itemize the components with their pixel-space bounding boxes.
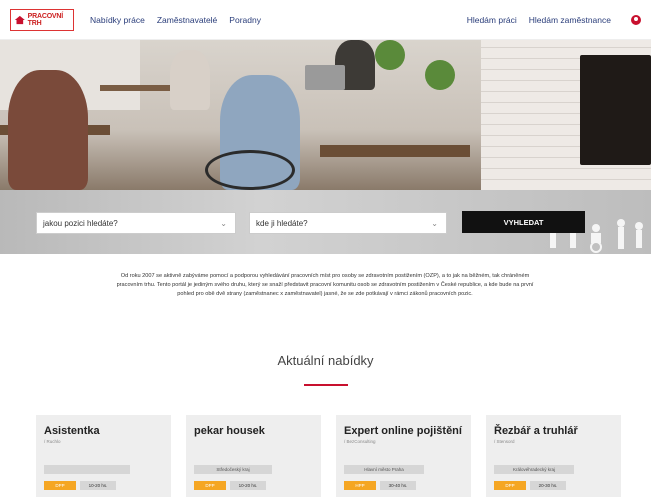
- hero-monitor: [580, 55, 651, 165]
- chevron-down-icon: ⌄: [220, 219, 227, 228]
- secondary-nav: Hledám práci Hledám zaměstnance: [467, 14, 641, 25]
- job-card[interactable]: Řezbář a truhlář / Stensord Královéhrade…: [486, 415, 621, 497]
- job-card[interactable]: Expert online pojištění / BezConsulting …: [336, 415, 471, 497]
- section-title: Aktuální nabídky: [277, 353, 374, 368]
- job-type-badge: DPP: [44, 481, 76, 490]
- job-company: / Stensord: [494, 439, 515, 444]
- job-region: Královéhradecký kraj: [494, 465, 574, 474]
- logo-text: PRACOVNÍ TRH: [27, 12, 64, 27]
- nav-looking-for-employee[interactable]: Hledám zaměstnance: [529, 15, 611, 25]
- position-search-placeholder: jakou pozici hledáte?: [43, 218, 118, 228]
- job-type-badge: HPP: [344, 481, 376, 490]
- intro-text: Od roku 2007 se aktivně zabýváme pomocí …: [116, 273, 534, 297]
- job-hours-badge: 10-20 hs.: [230, 481, 266, 490]
- hero-person-left: [8, 70, 88, 190]
- main-nav: Nabídky práce Zaměstnavatelé Poradny: [90, 15, 261, 25]
- nav-employers[interactable]: Zaměstnavatelé: [157, 15, 217, 25]
- nav-job-offers[interactable]: Nabídky práce: [90, 15, 145, 25]
- job-title: Expert online pojištění: [344, 425, 462, 437]
- hero-desk-center: [320, 145, 470, 157]
- job-region: Hlavní město Praha: [344, 465, 424, 474]
- job-card[interactable]: pekar housek Středočeský kraj DPP 10-20 …: [186, 415, 321, 497]
- location-search-input[interactable]: kde ji hledáte? ⌄: [249, 212, 447, 234]
- job-hours-badge: 30-40 hs.: [380, 481, 416, 490]
- job-title: Řezbář a truhlář: [494, 425, 578, 437]
- position-search-input[interactable]: jakou pozici hledáte? ⌄: [36, 212, 236, 234]
- hero-plant-1: [375, 40, 405, 70]
- job-company: / BezConsulting: [344, 439, 376, 444]
- job-title: pekar housek: [194, 425, 265, 437]
- job-type-badge: DPP: [494, 481, 526, 490]
- hero-laptop: [305, 65, 345, 90]
- top-header: PRACOVNÍ TRH Nabídky práce Zaměstnavatel…: [0, 0, 651, 40]
- house-icon: [14, 15, 25, 24]
- title-underline: [304, 384, 348, 386]
- user-icon[interactable]: [631, 14, 641, 25]
- job-card[interactable]: Asistentka / Ruchlo DPP 10-20 hs.: [36, 415, 171, 497]
- job-hours-badge: 20-30 hs.: [530, 481, 566, 490]
- chevron-down-icon: ⌄: [431, 219, 438, 228]
- hero-person-back: [170, 50, 210, 110]
- site-logo[interactable]: PRACOVNÍ TRH: [10, 8, 74, 31]
- nav-looking-for-job[interactable]: Hledám práci: [467, 15, 517, 25]
- job-type-badge: DPP: [194, 481, 226, 490]
- job-region: Středočeský kraj: [194, 465, 272, 474]
- search-button[interactable]: VYHLEDAT: [462, 211, 585, 233]
- job-hours-badge: 10-20 hs.: [80, 481, 116, 490]
- location-search-placeholder: kde ji hledáte?: [256, 218, 308, 228]
- job-region: [44, 465, 130, 474]
- job-title: Asistentka: [44, 425, 100, 437]
- hero-plant-2: [425, 60, 455, 90]
- hero-wheelchair: [205, 150, 295, 190]
- nav-advice[interactable]: Poradny: [229, 15, 261, 25]
- job-company: / Ruchlo: [44, 439, 61, 444]
- hero-image: [0, 40, 651, 190]
